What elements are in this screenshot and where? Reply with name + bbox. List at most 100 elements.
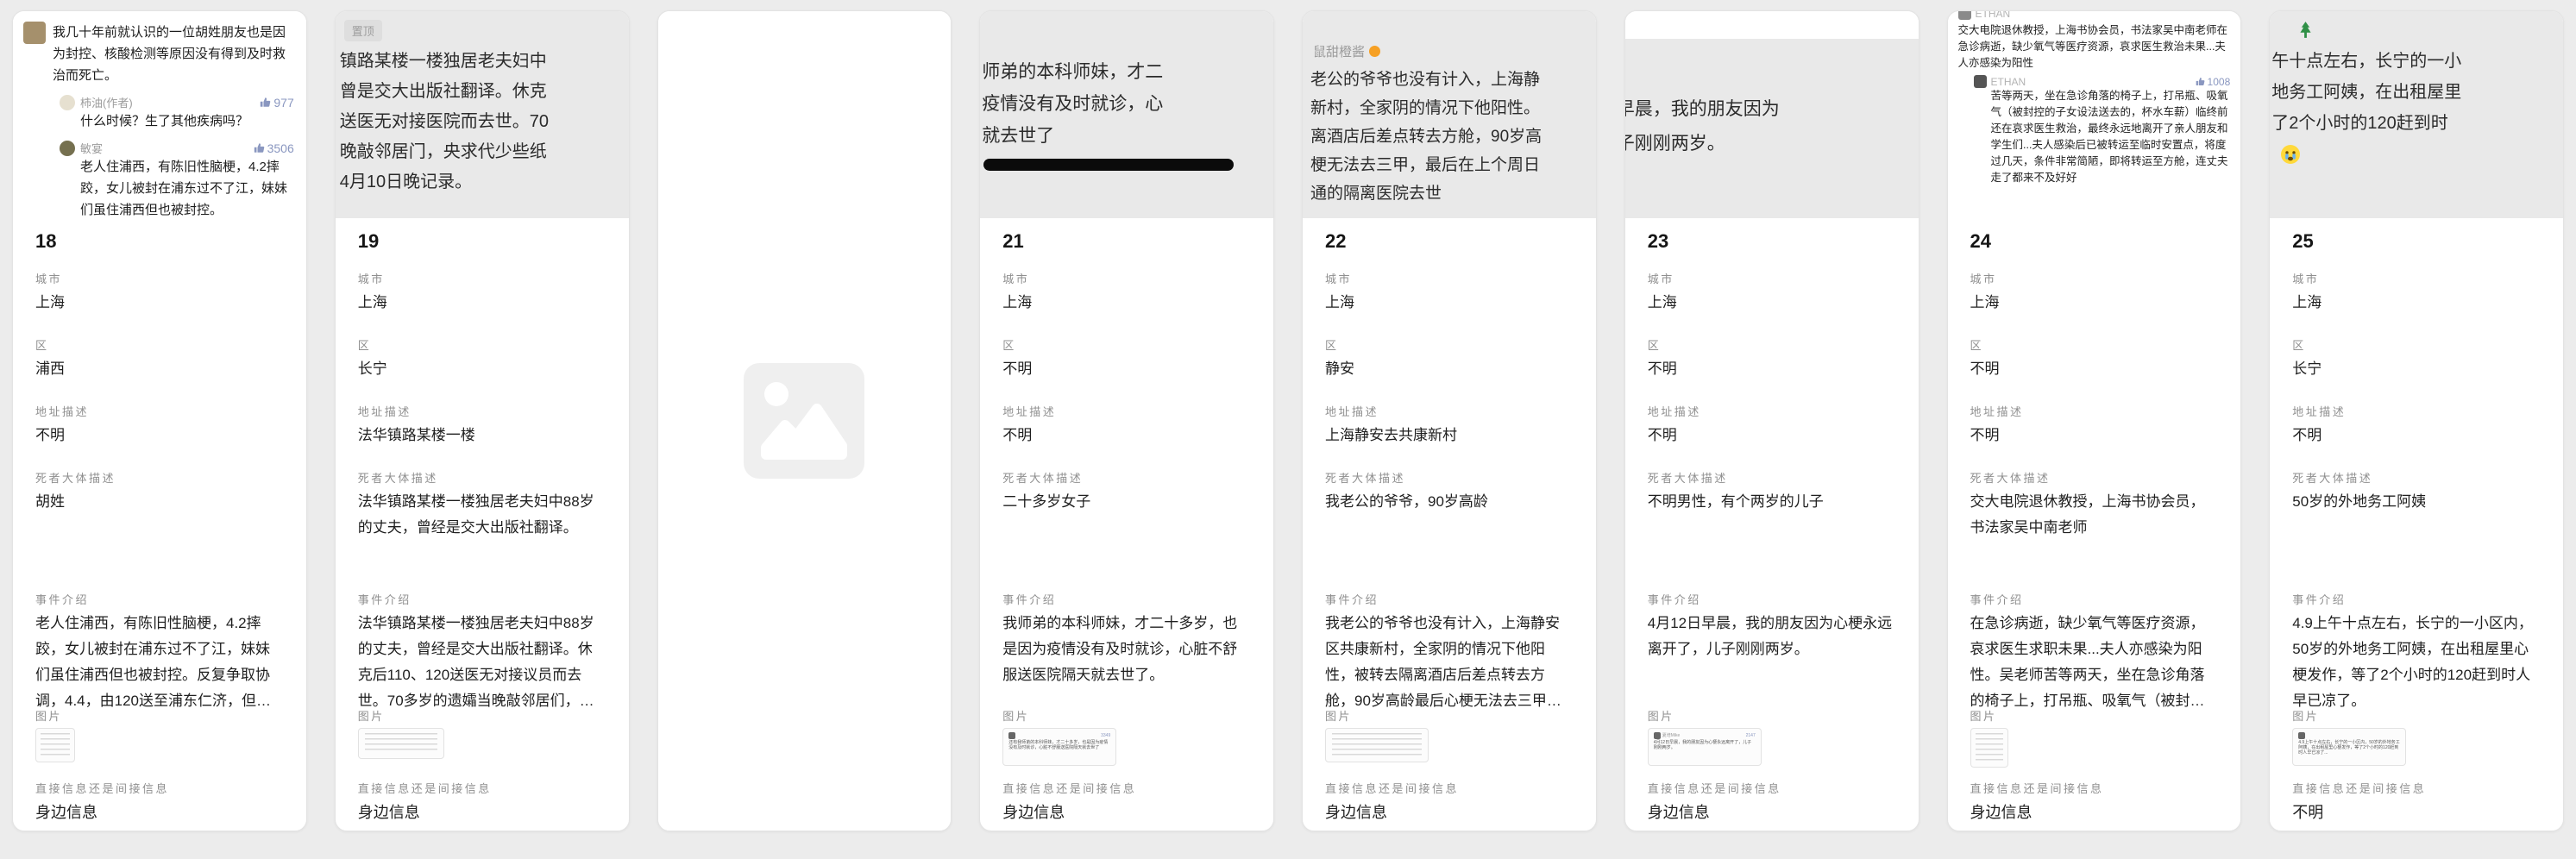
comment-text: 我几十年前就认识的一位胡姓朋友也是因为封控、核酸检测等原因没有得到及时救治而死亡… <box>53 22 294 86</box>
event-value: 4月12日早晨，我的朋友因为心梗永远离开了，儿子刚刚两岁。 <box>1648 611 1896 662</box>
case-card-25[interactable]: 午十点左右，长宁的一小 地务工阿姨，在出租屋里 了2个小时的120赶到时 25 … <box>2269 10 2564 831</box>
direct-value: 不明 <box>2292 799 2541 825</box>
case-number: 23 <box>1648 230 1896 270</box>
field-label-event: 事件介绍 <box>1325 591 1574 606</box>
image-thumbnail <box>1325 728 1429 762</box>
like-count: 1008 <box>2196 76 2231 88</box>
deceased-value: 50岁的外地务工阿姨 <box>2292 489 2541 515</box>
field-label-city: 城市 <box>35 270 284 285</box>
city-value: 上海 <box>1648 290 1896 316</box>
case-card-23[interactable]: 早晨，我的朋友因为 子刚刚两岁。 23 城市上海 区不明 地址描述不明 死者大体… <box>1624 10 1919 831</box>
image-thumbnail: 4.9上午十点左右，长宁的一小区内，50岁的外地务工阿姨，在出租屋里心梗发作，等… <box>2292 728 2406 766</box>
thumb-like-count: 2147 <box>1746 733 1756 739</box>
case-card-20[interactable]: 20 城市上海 区不明 地址描述上海某康复医院 死者大体描述李昶生于1973年，… <box>657 10 952 831</box>
direct-value: 身边信息 <box>1970 799 2219 825</box>
field-label-district: 区 <box>1002 336 1251 352</box>
field-label-image: 图片 <box>1002 707 1251 723</box>
reply-author: 柿油(作者) <box>80 94 133 110</box>
event-value: 法华镇路某楼一楼独居老夫妇中88岁的丈夫，曾经是交大出版社翻译。休克后110、1… <box>358 611 606 714</box>
orange-emoji-icon <box>1369 46 1380 57</box>
thumb-text: 4月12日早晨，我的朋友因为心梗永远离开了，儿子刚刚两岁。 <box>1654 740 1756 750</box>
city-value: 上海 <box>358 290 606 316</box>
field-label-address: 地址描述 <box>1325 403 1574 418</box>
poster-name: 鼠甜橙酱 <box>1313 42 1365 60</box>
thumbs-up-icon <box>260 97 271 108</box>
field-label-deceased: 死者大体描述 <box>358 469 606 485</box>
case-screenshot: 鼠甜橙酱 老公的爷爷也没有计入，上海静 新村，全家阴的情况下他阳性。 离酒店后差… <box>1303 11 1596 218</box>
case-number: 24 <box>1970 230 2219 270</box>
event-value: 4.9上午十点左右，长宁的一小区内，50岁的外地务工阿姨，在出租屋里心梗发作，等… <box>2292 611 2541 714</box>
field-label-address: 地址描述 <box>35 403 284 418</box>
case-screenshot: 我几十年前就认识的一位胡姓朋友也是因为封控、核酸检测等原因没有得到及时救治而死亡… <box>13 11 306 218</box>
district-value: 长宁 <box>2292 356 2541 382</box>
district-value: 不明 <box>1970 356 2219 382</box>
field-label-event: 事件介绍 <box>358 591 606 606</box>
field-label-direct: 直接信息还是间接信息 <box>1002 780 1251 795</box>
crying-face-emoji-icon <box>2280 144 2301 169</box>
thumb-avatar <box>1654 732 1661 739</box>
image-thumbnail <box>1970 728 2008 768</box>
address-value: 不明 <box>2292 423 2541 448</box>
field-label-deceased: 死者大体描述 <box>35 469 284 485</box>
case-card-19[interactable]: 置顶 镇路某楼一楼独居老夫妇中 曾是交大出版社翻译。休克 送医无对接医院而去世。… <box>335 10 630 831</box>
field-label-deceased: 死者大体描述 <box>2292 469 2541 485</box>
field-label-address: 地址描述 <box>1002 403 1251 418</box>
field-label-deceased: 死者大体描述 <box>1970 469 2219 485</box>
district-value: 不明 <box>1648 356 1896 382</box>
redaction-bar <box>983 159 1234 171</box>
field-label-event: 事件介绍 <box>1002 591 1251 606</box>
field-label-address: 地址描述 <box>1648 403 1896 418</box>
field-label-city: 城市 <box>1970 270 2219 285</box>
reply-avatar <box>60 141 75 156</box>
pinned-badge: 置顶 <box>344 20 382 41</box>
field-label-address: 地址描述 <box>2292 403 2541 418</box>
deceased-value: 我老公的爷爷，90岁高龄 <box>1325 489 1574 515</box>
field-label-direct: 直接信息还是间接信息 <box>1648 780 1896 795</box>
screenshot-text: 早晨，我的朋友因为 子刚刚两岁。 <box>1625 92 1919 161</box>
thumb-author: 夏培Mike <box>1662 733 1681 739</box>
thumbs-up-icon <box>2196 77 2205 86</box>
reply-author: 敏宴 <box>80 140 103 156</box>
field-label-deceased: 死者大体描述 <box>1648 469 1896 485</box>
city-value: 上海 <box>1970 290 2219 316</box>
deceased-value: 法华镇路某楼一楼独居老夫妇中88岁的丈夫，曾经是交大出版社翻译。 <box>358 489 606 541</box>
case-screenshot: 置顶 镇路某楼一楼独居老夫妇中 曾是交大出版社翻译。休克 送医无对接医院而去世。… <box>336 11 629 218</box>
screenshot-text: 镇路某楼一楼独居老夫妇中 曾是交大出版社翻译。休克 送医无对接医院而去世。70 … <box>336 47 629 198</box>
thumb-avatar <box>1008 732 1015 739</box>
post-text: 交大电院退休教授，上海书协会员，书法家吴中南老师在急诊病逝，缺少氧气等医疗资源，… <box>1958 22 2231 72</box>
screenshot-text: 师弟的本科师妹，才二 疫情没有及时就诊，心 就去世了 <box>982 56 1273 152</box>
poster-avatar <box>1958 11 1971 20</box>
address-value: 上海静安去共康新村 <box>1325 423 1574 448</box>
reply-text: 什么时候？生了其他疾病吗？ <box>60 110 294 132</box>
field-label-image: 图片 <box>1648 707 1896 723</box>
direct-value: 身边信息 <box>1325 799 1574 825</box>
case-card-18[interactable]: 我几十年前就认识的一位胡姓朋友也是因为封控、核酸检测等原因没有得到及时救治而死亡… <box>12 10 307 831</box>
case-card-24[interactable]: ETHAN 交大电院退休教授，上海书协会员，书法家吴中南老师在急诊病逝，缺少氧气… <box>1947 10 2242 831</box>
reply-author: ETHAN <box>1991 76 2026 88</box>
event-value: 我师弟的本科师妹，才二十多岁，也是因为疫情没有及时就诊，心脏不舒服送医院隔天就去… <box>1002 611 1251 688</box>
case-number: 22 <box>1325 230 1574 270</box>
field-label-district: 区 <box>35 336 284 352</box>
case-card-22[interactable]: 鼠甜橙酱 老公的爷爷也没有计入，上海静 新村，全家阴的情况下他阳性。 离酒店后差… <box>1302 10 1597 831</box>
screenshot-text: 午十点左右，长宁的一小 地务工阿姨，在出租屋里 了2个小时的120赶到时 <box>2270 46 2563 139</box>
field-label-direct: 直接信息还是间接信息 <box>2292 780 2541 795</box>
district-value: 静安 <box>1325 356 1574 382</box>
reply: 敏宴 3506 老人住浦西，有陈旧性脑梗，4.2摔跤，女儿被封在浦东过不了江，妹… <box>60 140 294 218</box>
address-value: 不明 <box>1002 423 1251 448</box>
field-label-address: 地址描述 <box>1970 403 2219 418</box>
field-label-event: 事件介绍 <box>2292 591 2541 606</box>
case-number: 19 <box>358 230 606 270</box>
event-value: 老人住浦西，有陈旧性脑梗，4.2摔跤，女儿被封在浦东过不了江，妹妹们虽住浦西但也… <box>35 611 284 714</box>
field-label-event: 事件介绍 <box>1648 591 1896 606</box>
city-value: 上海 <box>2292 290 2541 316</box>
event-value: 我老公的爷爷也没有计入，上海静安区共康新村，全家阴的情况下他阳性，被转去隔离酒店… <box>1325 611 1574 714</box>
reply-avatar <box>60 95 75 110</box>
field-label-direct: 直接信息还是间接信息 <box>358 780 606 795</box>
reply: ETHAN 1008 苦等两天，坐在急诊角落的椅子上，打吊瓶、吸氧气（被封控的子… <box>1958 75 2231 186</box>
city-value: 上海 <box>1325 290 1574 316</box>
case-card-21[interactable]: 师弟的本科师妹，才二 疫情没有及时就诊，心 就去世了 21 城市上海 区不明 地… <box>979 10 1274 831</box>
thumbs-up-icon <box>254 142 265 154</box>
thumb-like-count: 3349 <box>1101 733 1110 739</box>
deceased-value: 不明男性，有个两岁的儿子 <box>1648 489 1896 515</box>
field-label-district: 区 <box>1970 336 2219 352</box>
